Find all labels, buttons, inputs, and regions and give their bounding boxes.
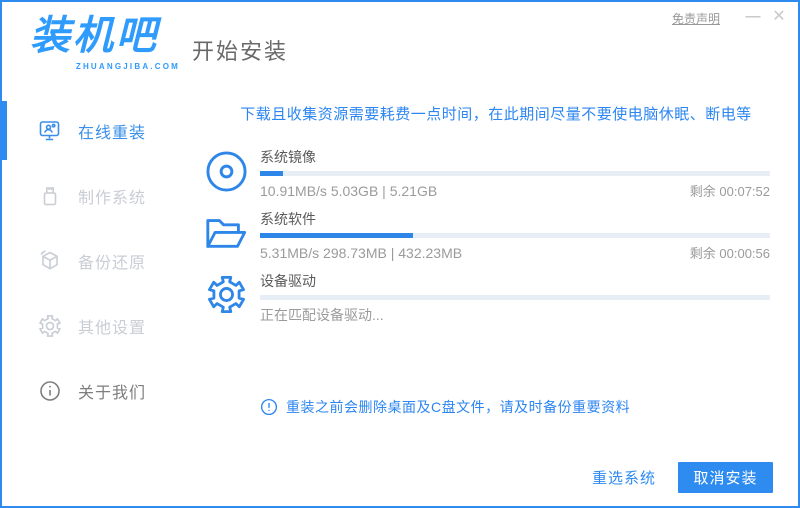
progress-fill	[260, 171, 283, 176]
task-label: 设备驱动	[260, 273, 316, 289]
disc-icon	[192, 147, 260, 201]
task-remaining: 剩余 00:07:52	[689, 184, 770, 199]
task-detail: 10.91MB/s 5.03GB | 5.21GB	[260, 183, 438, 199]
progress-fill	[260, 233, 413, 238]
task-row-system-image: 系统镜像 10.91MB/s 5.03GB | 5.21GB 剩余 00:07:…	[192, 147, 770, 201]
logo-text: 装机吧	[30, 14, 159, 58]
sidebar-item-label: 备份还原	[78, 254, 147, 272]
folder-icon	[192, 209, 260, 263]
minimize-icon[interactable]: —	[742, 6, 764, 28]
body: 在线重装 制作系统 备份还原 其他设置 关于我们 下载且收集资源需要耗费一点时间…	[2, 92, 798, 506]
backup-box-icon	[38, 249, 62, 273]
task-label: 系统软件	[260, 211, 316, 227]
progress-bar	[260, 295, 770, 300]
sidebar: 在线重装 制作系统 备份还原 其他设置 关于我们	[2, 92, 192, 506]
task-remaining: 剩余 00:00:56	[689, 246, 770, 261]
logo-domain: ZHUANGJIBA.COM	[75, 62, 180, 71]
sidebar-item-other-settings[interactable]: 其他设置	[2, 293, 192, 358]
footer-actions: 重选系统 取消安装	[586, 462, 773, 493]
close-icon[interactable]: ✕	[768, 6, 790, 28]
sidebar-item-make-system[interactable]: 制作系统	[2, 163, 192, 228]
app-window: 装机吧 ZHUANGJIBA.COM 开始安装 免责声明 — ✕ 在线重装 制作…	[0, 0, 800, 508]
task-detail: 5.31MB/s 298.73MB | 432.23MB	[260, 245, 463, 261]
header: 装机吧 ZHUANGJIBA.COM 开始安装 免责声明 — ✕	[2, 2, 798, 92]
sidebar-item-about-us[interactable]: 关于我们	[2, 358, 192, 423]
sidebar-item-label: 在线重装	[78, 124, 147, 142]
app-logo: 装机吧 ZHUANGJIBA.COM	[30, 12, 180, 71]
progress-bar	[260, 233, 770, 238]
sidebar-item-online-reinstall[interactable]: 在线重装	[2, 98, 192, 163]
monitor-person-icon	[38, 119, 62, 143]
task-row-device-driver: 设备驱动 正在匹配设备驱动...	[192, 271, 770, 325]
active-indicator	[2, 101, 7, 160]
task-detail: 正在匹配设备驱动...	[260, 307, 384, 323]
disclaimer-link[interactable]: 免责声明	[672, 10, 720, 27]
usb-drive-icon	[38, 184, 62, 208]
page-title: 开始安装	[192, 39, 289, 64]
info-icon	[38, 379, 62, 403]
task-row-system-software: 系统软件 5.31MB/s 298.73MB | 432.23MB 剩余 00:…	[192, 209, 770, 263]
cancel-install-button[interactable]: 取消安装	[678, 462, 773, 493]
gear-icon	[192, 271, 260, 325]
sidebar-item-label: 其他设置	[78, 319, 147, 337]
progress-bar	[260, 171, 770, 176]
sidebar-item-label: 制作系统	[78, 189, 147, 207]
alert-circle-icon	[260, 398, 278, 416]
task-list: 系统镜像 10.91MB/s 5.03GB | 5.21GB 剩余 00:07:…	[192, 147, 770, 333]
sidebar-item-label: 关于我们	[78, 384, 147, 402]
download-warning-text: 下载且收集资源需要耗费一点时间，在此期间尽量不要使电脑休眠、断电等	[240, 106, 752, 123]
backup-note: 重装之前会删除桌面及C盘文件，请及时备份重要资料	[260, 397, 770, 417]
main-content: 下载且收集资源需要耗费一点时间，在此期间尽量不要使电脑休眠、断电等 系统镜像 1…	[192, 92, 798, 506]
reselect-system-button[interactable]: 重选系统	[586, 466, 662, 489]
backup-note-text: 重装之前会删除桌面及C盘文件，请及时备份重要资料	[286, 399, 631, 415]
task-label: 系统镜像	[260, 149, 316, 165]
sidebar-item-backup-restore[interactable]: 备份还原	[2, 228, 192, 293]
gear-icon	[38, 314, 62, 338]
